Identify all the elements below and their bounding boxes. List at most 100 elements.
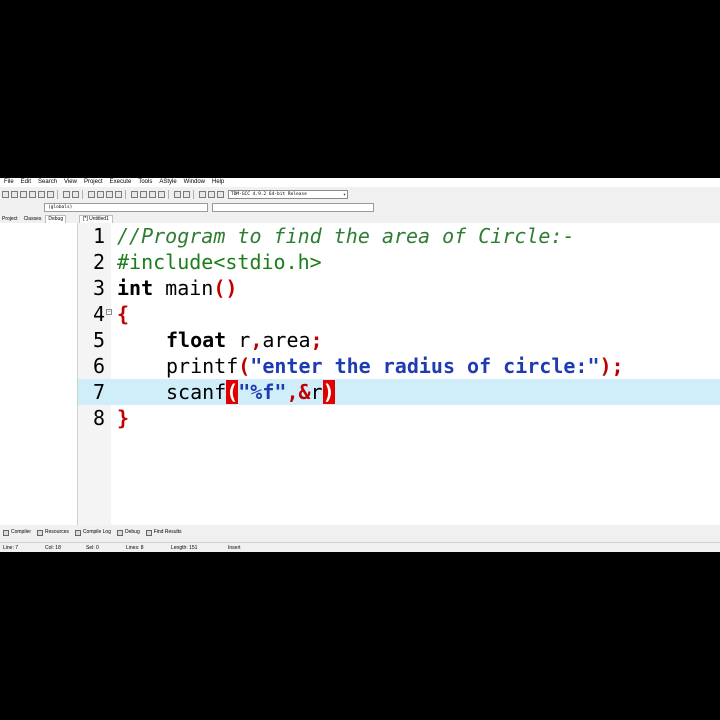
function-token: printf xyxy=(166,354,239,378)
tab-debug-output[interactable]: Debug xyxy=(117,528,140,537)
comma-token: , xyxy=(286,380,299,404)
project-options-icon[interactable] xyxy=(199,190,206,198)
compiler-select[interactable]: TDM-GCC 4.9.2 64-bit Release ▾ xyxy=(228,189,348,199)
status-sel: Sel: 0 xyxy=(86,543,99,552)
menu-tools[interactable]: Tools xyxy=(134,178,155,187)
save-icon[interactable] xyxy=(20,190,27,198)
code-line[interactable]: 4 − { xyxy=(78,301,720,327)
code-line[interactable]: 6 printf("enter the radius of circle:"); xyxy=(78,353,720,379)
scope-select[interactable]: (globals) xyxy=(44,203,208,212)
tab-compile-log[interactable]: Compile Log xyxy=(74,528,111,537)
rebuild-icon[interactable] xyxy=(158,190,165,198)
tab-untitled1[interactable]: [*] Untitled1 xyxy=(79,215,113,223)
menu-astyle[interactable]: AStyle xyxy=(155,178,179,187)
redo-icon[interactable] xyxy=(72,190,79,198)
menu-search[interactable]: Search xyxy=(34,178,60,187)
check-syntax-icon[interactable] xyxy=(174,190,181,198)
compile-log-icon xyxy=(74,529,81,536)
tab-debug[interactable]: Debug xyxy=(45,215,67,223)
open-file-icon[interactable] xyxy=(11,190,18,198)
tab-find-results[interactable]: Find Results xyxy=(145,528,182,537)
code-text: { xyxy=(117,301,129,327)
save-all-icon[interactable] xyxy=(29,190,36,198)
code-text: //Program to find the area of Circle:- xyxy=(117,223,575,249)
debug-check-icon xyxy=(117,529,123,536)
find-icon[interactable] xyxy=(88,190,95,198)
current-code-line[interactable]: 7 scanf("%f",&r) xyxy=(78,379,720,405)
scope-select-value: (globals) xyxy=(48,205,73,210)
code-text: printf("enter the radius of circle:"); xyxy=(166,353,624,379)
code-text: #include<stdio.h> xyxy=(117,249,322,275)
code-line[interactable]: 1 //Program to find the area of Circle:- xyxy=(78,223,720,249)
menu-view[interactable]: View xyxy=(60,178,80,187)
profile-icon[interactable] xyxy=(217,190,224,198)
status-line-label: Line: xyxy=(3,545,14,551)
menu-window[interactable]: Window xyxy=(180,178,208,187)
code-editor[interactable]: 1 //Program to find the area of Circle:-… xyxy=(78,223,720,525)
paren-token: ) xyxy=(599,354,612,378)
code-line[interactable]: 2 #include<stdio.h> xyxy=(78,249,720,275)
menu-execute[interactable]: Execute xyxy=(106,178,135,187)
close-file-icon[interactable] xyxy=(38,190,45,198)
chevron-down-icon: ▾ xyxy=(342,191,346,198)
abort-compile-icon[interactable] xyxy=(183,190,190,198)
print-icon[interactable] xyxy=(47,190,54,198)
brace-token: { xyxy=(117,302,130,326)
code-line[interactable]: 3 int main() xyxy=(78,275,720,301)
tab-resources-label: Resources xyxy=(45,529,69,535)
compile-icon[interactable] xyxy=(131,190,138,198)
tab-compiler[interactable]: Compiler xyxy=(3,528,31,537)
toolbar-separator xyxy=(193,189,194,199)
menu-project[interactable]: Project xyxy=(80,178,106,187)
compile-run-icon[interactable] xyxy=(149,190,156,198)
compiler-icon xyxy=(3,529,9,536)
code-line[interactable]: 5 float r,area; xyxy=(78,327,720,353)
compiler-select-value: TDM-GCC 4.9.2 64-bit Release xyxy=(231,191,307,197)
status-col-label: Col: xyxy=(45,545,54,551)
identifier-token: r xyxy=(226,328,251,352)
ampersand-token: & xyxy=(298,380,311,404)
string-token: "enter the radius of circle:" xyxy=(250,354,600,378)
menu-file[interactable]: File xyxy=(0,178,17,187)
toolbar-separator xyxy=(57,189,58,199)
tab-project[interactable]: Project xyxy=(0,215,20,223)
run-icon[interactable] xyxy=(140,190,147,198)
undo-icon[interactable] xyxy=(63,190,70,198)
editor-tabs: [*] Untitled1 xyxy=(78,215,378,223)
tab-resources[interactable]: Resources xyxy=(37,528,69,537)
status-sel-value: 0 xyxy=(96,545,99,551)
class-toolbar: (globals) xyxy=(0,202,720,214)
identifier-token: main xyxy=(153,276,214,300)
debug-icon[interactable] xyxy=(208,190,215,198)
line-number: 5 xyxy=(92,328,105,352)
goto-line-icon[interactable] xyxy=(115,190,122,198)
code-text: } xyxy=(117,405,129,431)
find-next-icon[interactable] xyxy=(106,190,113,198)
status-lines-value: 8 xyxy=(140,545,144,551)
tab-find-results-label: Find Results xyxy=(153,529,182,535)
status-lines: Lines: 8 xyxy=(126,543,144,552)
code-text: float r,area; xyxy=(166,327,323,353)
code-line[interactable]: 8 } xyxy=(78,405,720,431)
code-text: scanf("%f",&r) xyxy=(166,379,335,405)
keyword-token: int xyxy=(117,276,154,300)
menu-edit[interactable]: Edit xyxy=(17,178,34,187)
main-toolbar: TDM-GCC 4.9.2 64-bit Release ▾ xyxy=(0,188,720,200)
status-col: Col: 18 xyxy=(45,543,61,552)
identifier-token: area xyxy=(262,328,311,352)
line-number: 6 xyxy=(92,354,105,378)
matched-paren-token: ) xyxy=(322,380,335,404)
resources-icon xyxy=(37,529,44,536)
menu-help[interactable]: Help xyxy=(208,178,227,187)
left-panel-tabs: Project Classes Debug xyxy=(0,215,77,223)
tab-classes[interactable]: Classes xyxy=(22,215,44,223)
new-file-icon[interactable] xyxy=(2,190,9,198)
replace-icon[interactable] xyxy=(97,190,104,198)
symbol-select[interactable] xyxy=(212,203,374,212)
status-bar: Line: 7 Col: 18 Sel: 0 Lines: 8 Length: … xyxy=(0,542,720,552)
status-line-value: 7 xyxy=(15,545,19,551)
preprocessor-token: #include<stdio.h> xyxy=(117,250,322,274)
matched-paren-token: ( xyxy=(226,380,239,404)
fold-minus-icon[interactable]: − xyxy=(106,309,112,315)
identifier-token: r xyxy=(310,380,323,404)
